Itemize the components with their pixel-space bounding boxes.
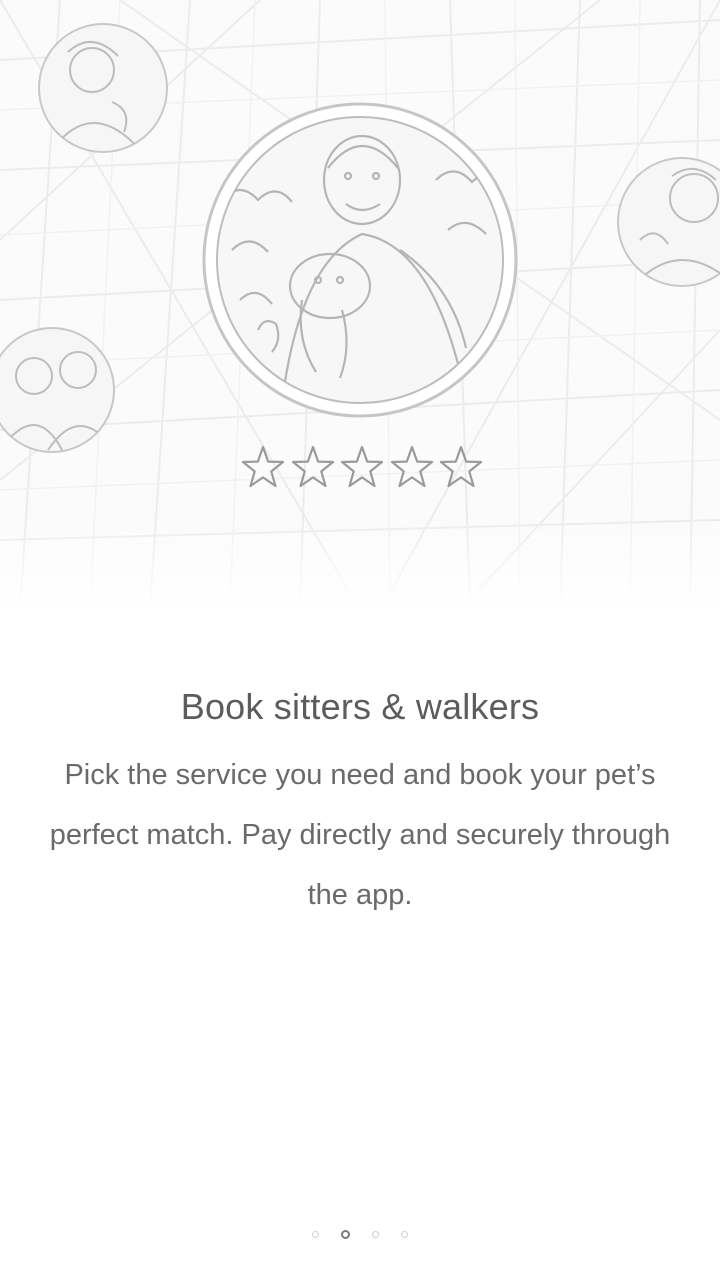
onboarding-description: Pick the service you need and book your … [49, 759, 671, 911]
star-outline-icon [440, 445, 482, 488]
avatar-small-right [617, 157, 720, 287]
star-outline-icon [390, 445, 433, 488]
star-rating [242, 444, 482, 490]
page-dot-2-active[interactable] [341, 1230, 350, 1239]
avatar-small-left [0, 327, 115, 453]
page-dot-4[interactable] [401, 1231, 408, 1238]
star-outline-icon [341, 445, 383, 488]
avatar-main [202, 102, 518, 418]
page-dot-1[interactable] [312, 1231, 319, 1238]
avatar-group [0, 23, 720, 453]
star-outline-icon [291, 445, 334, 488]
star-outline-icon [242, 445, 284, 488]
page-indicator[interactable] [0, 1228, 720, 1242]
page-dot-3[interactable] [372, 1231, 379, 1238]
onboarding-title: Book sitters & walkers [180, 686, 540, 727]
avatar-small-top-left [38, 23, 168, 153]
